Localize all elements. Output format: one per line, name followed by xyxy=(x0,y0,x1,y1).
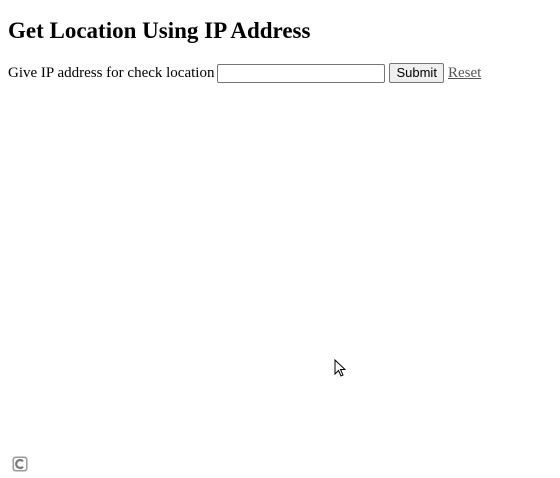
reset-link[interactable]: Reset xyxy=(448,65,481,82)
page-title: Get Location Using IP Address xyxy=(8,18,311,43)
submit-button[interactable]: Submit xyxy=(389,63,444,83)
ip-address-input[interactable] xyxy=(217,63,386,83)
page: Get Location Using IP Address Give IP ad… xyxy=(0,0,560,478)
c-logo-icon xyxy=(12,456,28,472)
ip-lookup-form: Give IP address for check location Submi… xyxy=(8,62,481,84)
ip-prompt-label: Give IP address for check location xyxy=(8,64,215,81)
mouse-pointer-icon xyxy=(334,359,346,377)
